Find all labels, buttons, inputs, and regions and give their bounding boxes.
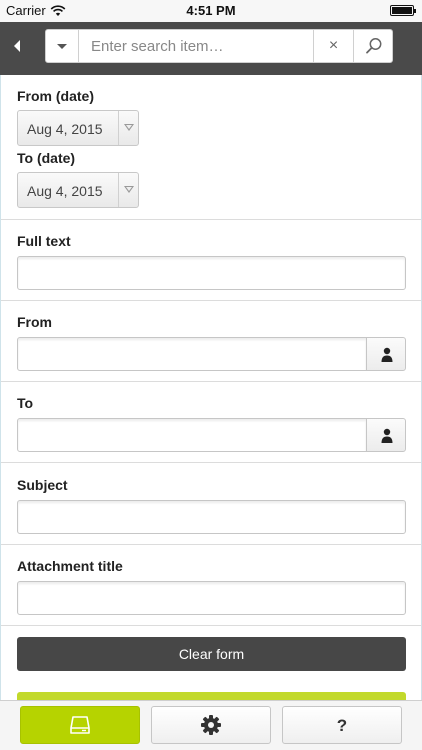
to-date-label: To (date) bbox=[17, 150, 76, 166]
from-section: From bbox=[1, 301, 421, 382]
clear-form-button[interactable]: Clear form bbox=[17, 637, 406, 671]
search-button[interactable] bbox=[353, 30, 393, 62]
attachment-title-label: Attachment title bbox=[17, 558, 123, 574]
date-section: From (date) Aug 4, 2015 To (date) Aug 4,… bbox=[1, 75, 421, 220]
search-header: × bbox=[0, 22, 422, 75]
bottom-tab-bar: ? bbox=[0, 700, 422, 750]
back-arrow-icon bbox=[14, 40, 20, 52]
help-icon: ? bbox=[336, 716, 348, 735]
search-scope-dropdown[interactable] bbox=[46, 30, 79, 62]
chevron-down-icon bbox=[118, 173, 138, 207]
back-button[interactable] bbox=[10, 36, 30, 56]
status-time: 4:51 PM bbox=[186, 3, 236, 18]
from-date-label: From (date) bbox=[17, 88, 94, 104]
full-text-input[interactable] bbox=[17, 256, 406, 290]
tab-inbox[interactable] bbox=[20, 706, 140, 744]
gear-icon bbox=[201, 715, 221, 735]
search-input[interactable] bbox=[80, 30, 313, 62]
subject-input[interactable] bbox=[17, 500, 406, 534]
chevron-down-icon bbox=[57, 44, 67, 49]
clear-search-button[interactable]: × bbox=[313, 30, 353, 62]
status-bar: Carrier 4:51 PM bbox=[0, 0, 422, 22]
to-date-value: Aug 4, 2015 bbox=[27, 183, 103, 199]
from-date-select[interactable]: Aug 4, 2015 bbox=[17, 110, 139, 146]
attachment-title-input[interactable] bbox=[17, 581, 406, 615]
attachment-title-section: Attachment title bbox=[1, 545, 421, 626]
tab-settings[interactable] bbox=[151, 706, 271, 744]
from-contact-picker-button[interactable] bbox=[366, 337, 406, 371]
battery-icon bbox=[390, 5, 416, 16]
to-date-select[interactable]: Aug 4, 2015 bbox=[17, 172, 139, 208]
search-icon bbox=[366, 38, 382, 54]
subject-section: Subject bbox=[1, 463, 421, 545]
to-input[interactable] bbox=[17, 418, 367, 452]
inbox-drive-icon bbox=[70, 716, 90, 734]
from-input[interactable] bbox=[17, 337, 367, 371]
tab-help[interactable]: ? bbox=[282, 706, 402, 744]
person-icon bbox=[381, 347, 393, 362]
to-contact-picker-button[interactable] bbox=[366, 418, 406, 452]
person-icon bbox=[381, 428, 393, 443]
full-text-section: Full text bbox=[1, 220, 421, 301]
from-date-value: Aug 4, 2015 bbox=[27, 121, 103, 137]
search-box: × bbox=[45, 29, 393, 63]
to-section: To bbox=[1, 382, 421, 463]
subject-label: Subject bbox=[17, 477, 68, 493]
chevron-down-icon bbox=[118, 111, 138, 145]
to-label: To bbox=[17, 395, 34, 411]
search-form: From (date) Aug 4, 2015 To (date) Aug 4,… bbox=[0, 75, 422, 702]
full-text-label: Full text bbox=[17, 233, 71, 249]
from-label: From bbox=[17, 314, 52, 330]
